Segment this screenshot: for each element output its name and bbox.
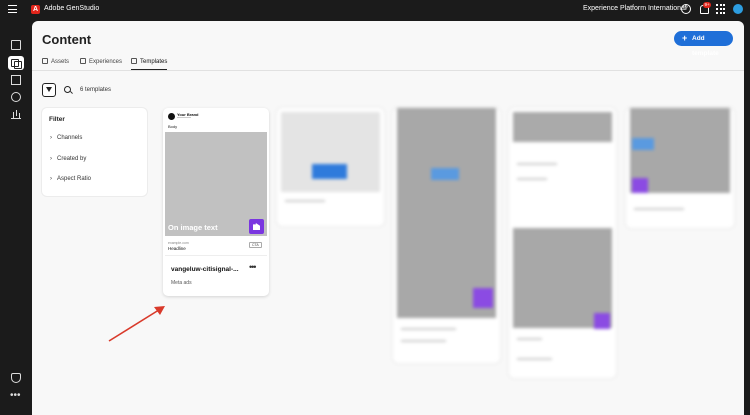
page-title: Content [42,32,92,47]
tab-templates-label: Templates [140,59,168,65]
top-bar: A Adobe GenStudio Experience Platform In… [0,0,750,21]
template-card[interactable]: Your Brand Body On image text example.co… [163,108,269,296]
chevron-right-icon: › [50,156,52,162]
experiences-icon [80,58,86,64]
chevron-right-icon: › [50,135,52,141]
site-url: example.com [168,241,189,245]
filter-channels-label: Channels [57,135,83,141]
headline: Headline [168,246,186,251]
blurred-template-card[interactable] [393,108,500,363]
filter-created-by[interactable]: › Created by [50,156,86,162]
templates-icon [131,58,137,64]
app-title: Adobe GenStudio [44,5,100,12]
filter-panel: Filter › Channels › Created by › Aspect Rat… [42,108,147,196]
tab-experiences[interactable]: Experiences [80,58,122,70]
hamburger-menu-icon[interactable] [8,5,17,13]
brands-shield-icon[interactable] [11,373,21,383]
tab-divider [32,70,744,71]
sponsored-placeholder [177,117,191,118]
apps-grid-icon[interactable] [716,4,726,14]
more-icon[interactable]: ••• [10,390,21,401]
body-text: Body [168,124,178,129]
main-content: Content + Add template Assets Experience… [32,21,744,415]
filter-aspect-ratio[interactable]: › Aspect Ratio [50,176,91,182]
chevron-right-icon: › [50,176,52,182]
tab-assets-label: Assets [51,59,70,65]
assets-icon [42,58,48,64]
user-avatar[interactable] [733,4,743,14]
filter-created-by-label: Created by [57,156,87,162]
help-icon[interactable]: ? [681,4,691,14]
add-template-button[interactable]: + Add template [674,31,733,57]
search-icon[interactable] [64,86,71,93]
filter-title: Filter [49,116,65,123]
annotation-arrow [108,306,165,342]
brand-avatar [168,113,175,120]
left-rail: ••• [0,21,32,415]
add-template-label: Add template [692,35,719,57]
content-icon[interactable] [8,56,24,70]
tab-templates[interactable]: Templates [131,58,168,70]
create-icon[interactable] [11,75,21,85]
filter-toggle-button[interactable] [42,83,56,97]
brand-logo-icon [249,219,264,234]
template-channel: Meta ads [171,280,192,286]
template-count: 6 templates [80,87,112,93]
template-name: vangeluw-citisignal-... [171,266,239,273]
adobe-logo-icon: A [31,5,40,14]
blurred-template-card[interactable] [509,108,616,378]
home-icon[interactable] [11,40,21,50]
image-text: On image text [168,223,218,232]
cta-button: CTA [249,242,262,248]
more-options-icon[interactable]: ••• [249,262,257,272]
insights-icon[interactable] [11,109,21,119]
tab-assets[interactable]: Assets [42,58,69,70]
plus-icon: + [682,33,688,43]
blurred-template-card[interactable] [626,108,734,228]
notifications-badge: 9+ [703,2,712,8]
filter-aspect-ratio-label: Aspect Ratio [57,176,92,182]
campaigns-icon[interactable] [11,92,21,102]
tab-experiences-label: Experiences [89,59,123,65]
card-divider [165,255,267,256]
filter-channels[interactable]: › Channels [50,135,82,141]
org-switcher[interactable]: Experience Platform International [583,5,687,12]
blurred-template-card[interactable] [277,108,384,226]
